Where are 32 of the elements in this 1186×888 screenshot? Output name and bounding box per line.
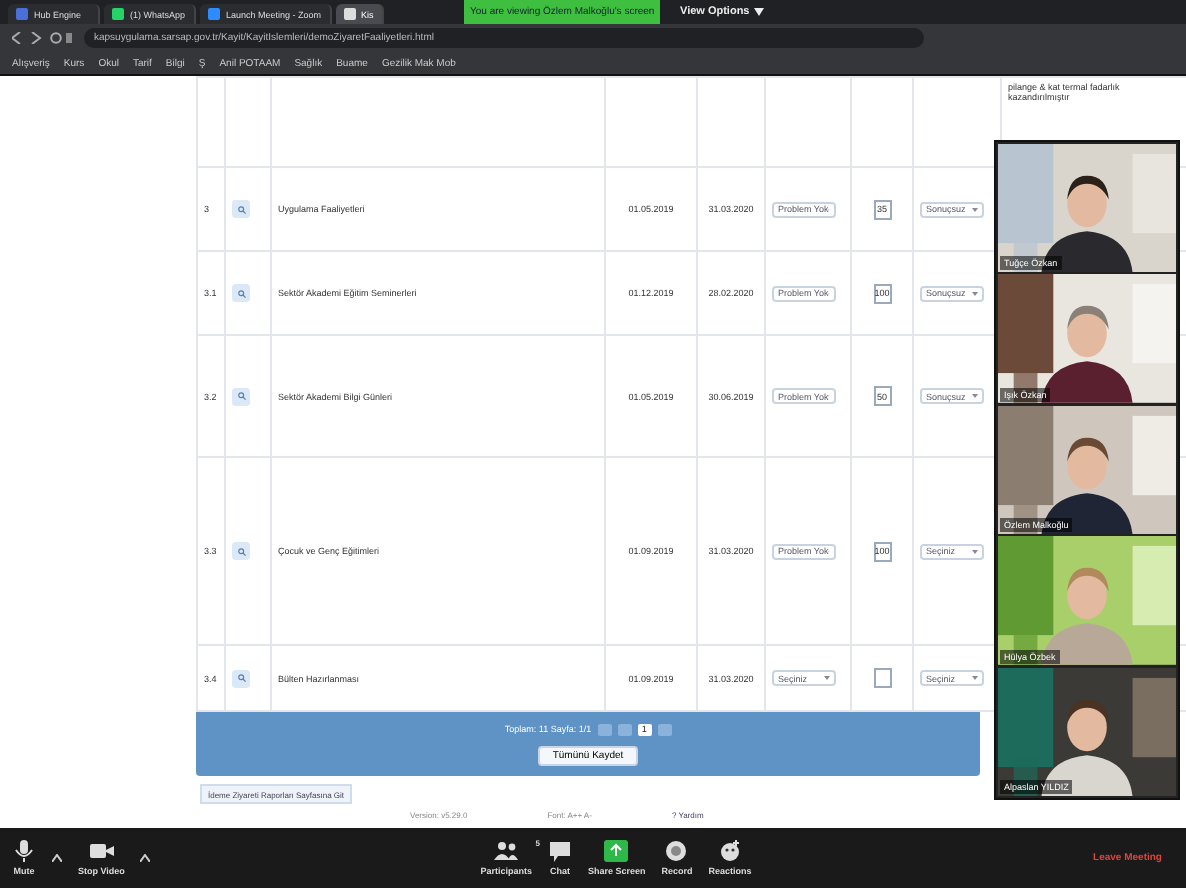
chat-bubble-icon bbox=[547, 840, 572, 862]
caret-icon[interactable] bbox=[52, 854, 62, 862]
caret-icon bbox=[824, 676, 830, 680]
magnifier-icon bbox=[237, 289, 245, 297]
tab-icon bbox=[208, 8, 220, 20]
caret-icon bbox=[972, 549, 978, 553]
share-arrow-icon bbox=[604, 840, 629, 862]
caret-icon[interactable] bbox=[753, 8, 764, 16]
tab-icon bbox=[112, 8, 124, 20]
camera-icon bbox=[89, 840, 114, 862]
caret-icon bbox=[972, 394, 978, 398]
detail-button[interactable] bbox=[232, 669, 250, 687]
magnifier-icon bbox=[237, 392, 245, 400]
tab-icon bbox=[16, 8, 28, 20]
caret-icon bbox=[972, 676, 978, 680]
magnifier-icon bbox=[237, 674, 245, 682]
people-icon bbox=[494, 840, 519, 862]
detail-button[interactable] bbox=[232, 387, 250, 405]
detail-button[interactable] bbox=[232, 200, 250, 218]
caret-icon[interactable] bbox=[140, 854, 151, 862]
magnifier-icon bbox=[237, 547, 245, 555]
microphone-icon bbox=[12, 840, 36, 862]
tab-icon bbox=[343, 8, 356, 20]
percent-field[interactable] bbox=[873, 668, 891, 688]
navigation-icons[interactable] bbox=[12, 32, 72, 44]
detail-button[interactable] bbox=[232, 542, 250, 560]
detail-button[interactable] bbox=[232, 284, 250, 302]
caret-icon bbox=[972, 207, 978, 211]
caret-icon bbox=[972, 291, 978, 295]
smiley-icon bbox=[718, 840, 742, 862]
magnifier-icon bbox=[237, 205, 245, 213]
record-icon bbox=[664, 840, 689, 862]
